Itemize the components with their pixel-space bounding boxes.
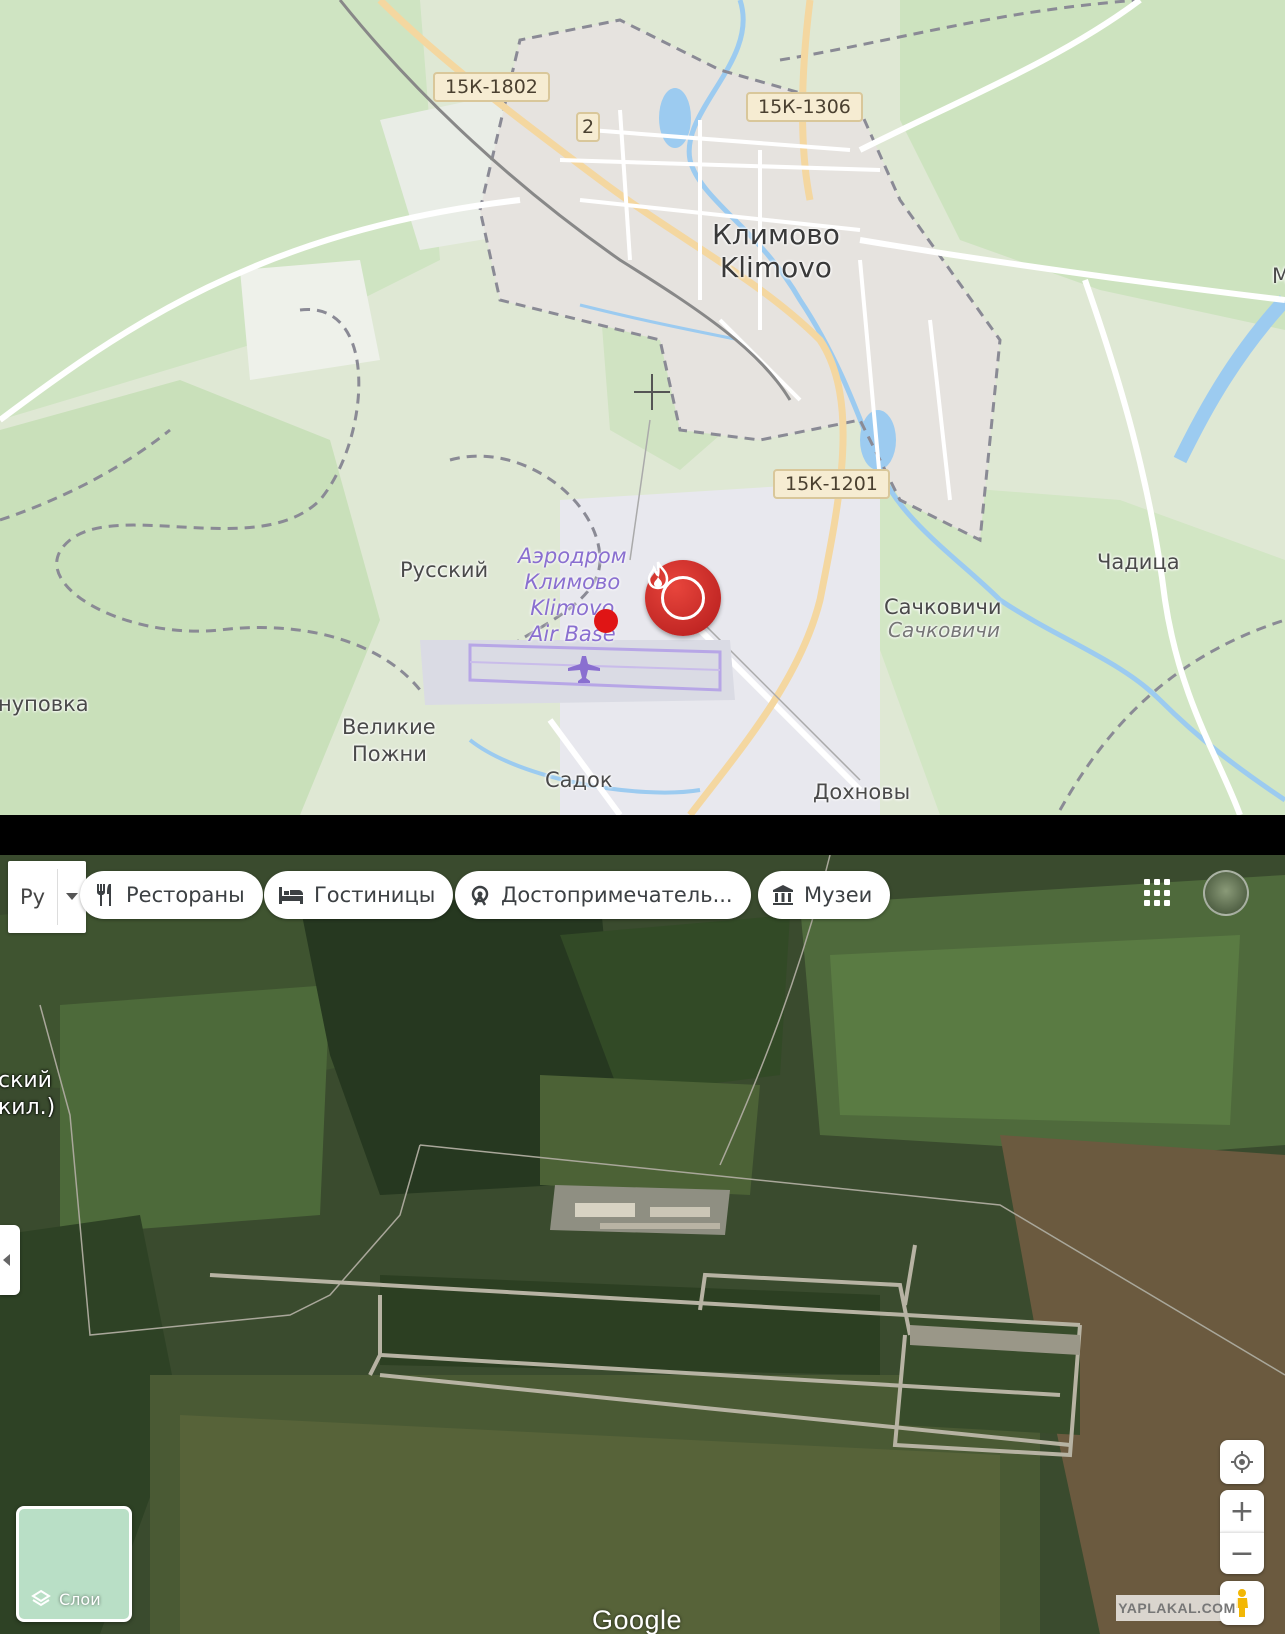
- road-shield-2: 2: [576, 112, 601, 142]
- chip-label: Гостиницы: [314, 883, 436, 907]
- satellite-map[interactable]: Ру Рестораны Гостиницы Достопримечатель.…: [0, 855, 1285, 1634]
- chip-hotels[interactable]: Гостиницы: [264, 871, 454, 919]
- village-chadica: Чадица: [1097, 550, 1180, 574]
- chip-museums[interactable]: Музеи: [758, 871, 891, 919]
- collapse-panel-button[interactable]: [0, 1225, 20, 1295]
- road-shield-1201: 15К-1201: [773, 469, 890, 499]
- village-pozhni: Пожни: [352, 742, 427, 766]
- layers-icon: [31, 1589, 51, 1607]
- zoom-out-button[interactable]: −: [1220, 1532, 1264, 1574]
- village-sachkovichi: Сачковичи: [884, 595, 1002, 619]
- image-divider: [0, 815, 1285, 855]
- avatar[interactable]: [1203, 870, 1249, 916]
- road-shield-1306: 15К-1306: [746, 92, 863, 122]
- bed-icon: [279, 887, 303, 904]
- locate-icon: [1231, 1451, 1253, 1473]
- fire-marker[interactable]: [645, 560, 721, 636]
- google-logo: Google: [592, 1605, 683, 1634]
- apps-grid-icon[interactable]: [1144, 879, 1172, 907]
- village-russkiy: Русский: [400, 558, 489, 582]
- village-sadok: Садок: [545, 768, 613, 792]
- layers-button[interactable]: Слои: [16, 1506, 132, 1622]
- village-sachkovichi-sub: Сачковичи: [888, 618, 1000, 642]
- city-label: Климово Klimovo: [712, 218, 840, 284]
- layers-label: Слои: [59, 1589, 101, 1609]
- satellite-imagery: [0, 855, 1285, 1634]
- place-label-left: ский кил.): [0, 1067, 55, 1121]
- chip-restaurants[interactable]: Рестораны: [80, 871, 263, 919]
- attraction-icon: [471, 885, 489, 906]
- crosshair-icon: [634, 374, 670, 410]
- divider: [57, 869, 58, 925]
- airport-label-line: Климово: [524, 570, 621, 594]
- road-shield-1802: 15К-1802: [433, 72, 550, 102]
- chevron-down-icon: [66, 893, 78, 900]
- airport-label-line: Аэродром: [518, 544, 627, 568]
- place-label-line: ский: [0, 1068, 52, 1093]
- cutlery-icon: [97, 884, 111, 906]
- my-location-button[interactable]: [1220, 1440, 1264, 1484]
- village-velikie: Великие: [342, 715, 436, 739]
- fire-icon: [647, 561, 705, 620]
- street-map[interactable]: 15К-1802 2 15К-1306 15К-1201 Климово Kli…: [0, 0, 1285, 815]
- layers-label-group: Слои: [31, 1589, 101, 1609]
- village-chupovka: нуповка: [0, 692, 89, 716]
- chip-label: Музеи: [804, 883, 873, 907]
- watermark: YAPLAKAL.COM: [1116, 1595, 1238, 1621]
- language-selector[interactable]: Ру: [8, 861, 86, 933]
- zoom-in-button[interactable]: +: [1220, 1490, 1264, 1532]
- edge-label-right: М: [1272, 264, 1285, 288]
- city-label-en: Klimovo: [719, 251, 832, 284]
- chip-label: Достопримечатель...: [501, 883, 733, 907]
- place-label-line: кил.): [0, 1095, 56, 1120]
- language-label: Ру: [20, 885, 46, 909]
- chip-attractions[interactable]: Достопримечатель...: [455, 871, 751, 919]
- chip-label: Рестораны: [126, 883, 245, 907]
- village-dokhnovy: Дохновы: [813, 780, 911, 804]
- location-dot[interactable]: [594, 609, 618, 633]
- city-label-ru: Климово: [712, 218, 840, 251]
- museum-icon: [773, 885, 793, 905]
